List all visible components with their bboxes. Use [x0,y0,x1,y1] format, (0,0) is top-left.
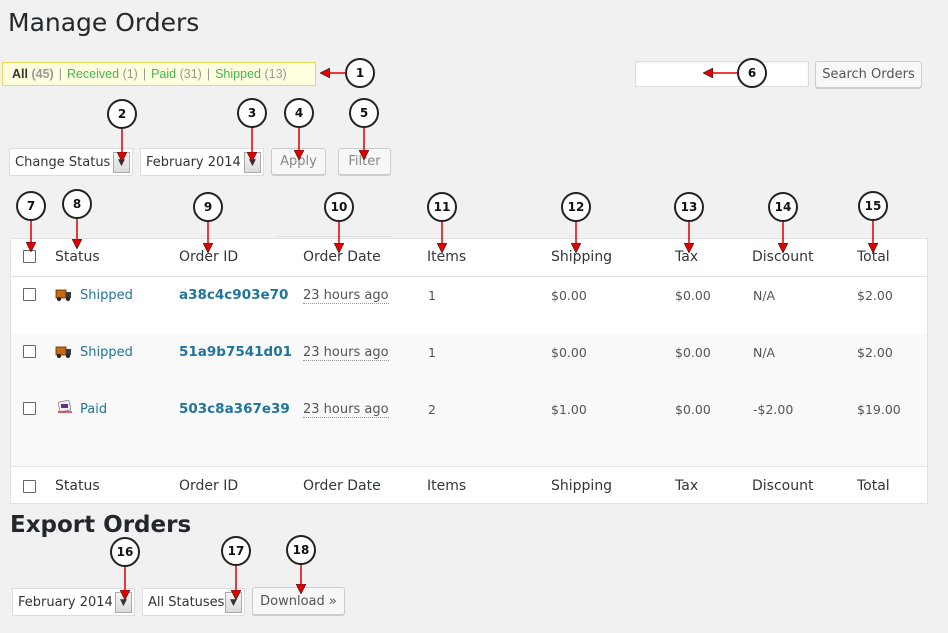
month-filter-select-value: February 2014 [146,154,241,170]
download-button[interactable]: Download » [252,587,345,615]
order-id-link[interactable]: 503c8a367e39 [179,401,290,417]
callout-11: 11 [427,192,457,222]
callout-2: 2 [107,99,137,129]
month-filter-select[interactable]: February 2014 ▼ [140,148,264,176]
callout-9: 9 [193,192,223,222]
divider [10,276,928,277]
order-date: 23 hours ago [303,402,389,418]
column-footer-tax[interactable]: Tax [675,478,698,494]
order-shipping: $0.00 [551,345,587,360]
chevron-down-icon: ▼ [244,152,261,173]
column-footer-discount[interactable]: Discount [752,478,813,494]
export-month-select-value: February 2014 [18,594,113,610]
column-footer-shipping[interactable]: Shipping [551,478,612,494]
filter-all-link[interactable]: All (45) [12,67,54,81]
chevron-down-icon: ▼ [115,592,132,613]
page-title: Manage Orders [8,8,200,37]
order-status-link[interactable]: Shipped [80,345,133,360]
callout-10: 10 [324,192,354,222]
truck-icon [55,346,71,358]
order-items: 1 [428,288,436,303]
order-id-link[interactable]: 51a9b7541d01 [179,344,292,360]
search-orders-button[interactable]: Search Orders [815,61,922,88]
order-discount: N/A [753,345,776,360]
filter-shipped-link[interactable]: Shipped (13) [215,67,287,81]
callout-17: 17 [221,536,251,566]
order-date: 23 hours ago [303,288,389,304]
order-shipping: $0.00 [551,288,587,303]
table-row-stripe [11,334,927,391]
column-header-discount[interactable]: Discount [752,249,813,265]
column-header-tax[interactable]: Tax [675,249,698,265]
order-tax: $0.00 [675,402,711,417]
row-checkbox[interactable] [23,345,36,358]
callout-1: 1 [345,58,375,88]
callout-7: 7 [16,191,46,221]
filter-paid-link[interactable]: Paid (31) [151,67,202,81]
callout-16: 16 [110,537,140,567]
filter-received-link[interactable]: Received (1) [67,67,138,81]
order-date: 23 hours ago [303,345,389,361]
chevron-down-icon: ▼ [113,152,130,173]
truck-icon [55,289,71,301]
order-items: 2 [428,402,436,417]
column-footer-order-date[interactable]: Order Date [303,478,381,494]
order-discount: -$2.00 [753,402,794,417]
select-all-checkbox[interactable] [23,250,36,263]
callout-3: 3 [237,98,267,128]
divider [10,466,928,467]
callout-14: 14 [768,192,798,222]
chevron-down-icon: ▼ [225,592,242,613]
search-orders-input[interactable] [635,61,809,87]
order-total: $2.00 [857,345,893,360]
callout-5: 5 [349,98,379,128]
order-total: $19.00 [857,402,901,417]
column-footer-status[interactable]: Status [55,478,100,494]
export-status-select[interactable]: All Statuses ▼ [142,588,245,616]
order-shipping: $1.00 [551,402,587,417]
callout-8: 8 [62,189,92,219]
order-tax: $0.00 [675,345,711,360]
row-checkbox[interactable] [23,288,36,301]
divider [277,236,392,237]
select-all-checkbox-footer[interactable] [23,480,36,493]
row-checkbox[interactable] [23,402,36,415]
callout-13: 13 [674,192,704,222]
export-month-select[interactable]: February 2014 ▼ [12,588,135,616]
order-discount: N/A [753,288,776,303]
column-footer-items[interactable]: Items [427,478,466,494]
change-status-select-value: Change Status [15,154,111,170]
order-total: $2.00 [857,288,893,303]
column-header-order-date[interactable]: Order Date [303,249,381,265]
callout-4: 4 [284,98,314,128]
order-status-link[interactable]: Paid [80,402,107,417]
callout-18: 18 [286,535,316,565]
column-header-items[interactable]: Items [427,249,466,265]
callout-12: 12 [561,192,591,222]
callout-6: 6 [737,58,767,88]
column-header-shipping[interactable]: Shipping [551,249,612,265]
order-status-filter-links: All (45) | Received (1) | Paid (31) | Shipped … [2,62,316,86]
filter-button[interactable]: Filter [338,148,391,175]
column-header-total[interactable]: Total [857,249,890,265]
column-footer-order-id[interactable]: Order ID [179,478,238,494]
order-status-link[interactable]: Shipped [80,288,133,303]
change-status-select[interactable]: Change Status ▼ [9,148,133,176]
export-status-select-value: All Statuses [148,594,225,610]
paid-icon [57,399,72,413]
column-header-status[interactable]: Status [55,249,100,265]
apply-button[interactable]: Apply [271,148,326,175]
column-header-order-id[interactable]: Order ID [179,249,238,265]
order-id-link[interactable]: a38c4c903e70 [179,287,288,303]
callout-15: 15 [858,191,888,221]
export-orders-title: Export Orders [10,512,192,538]
order-items: 1 [428,345,436,360]
order-tax: $0.00 [675,288,711,303]
column-footer-total[interactable]: Total [857,478,890,494]
